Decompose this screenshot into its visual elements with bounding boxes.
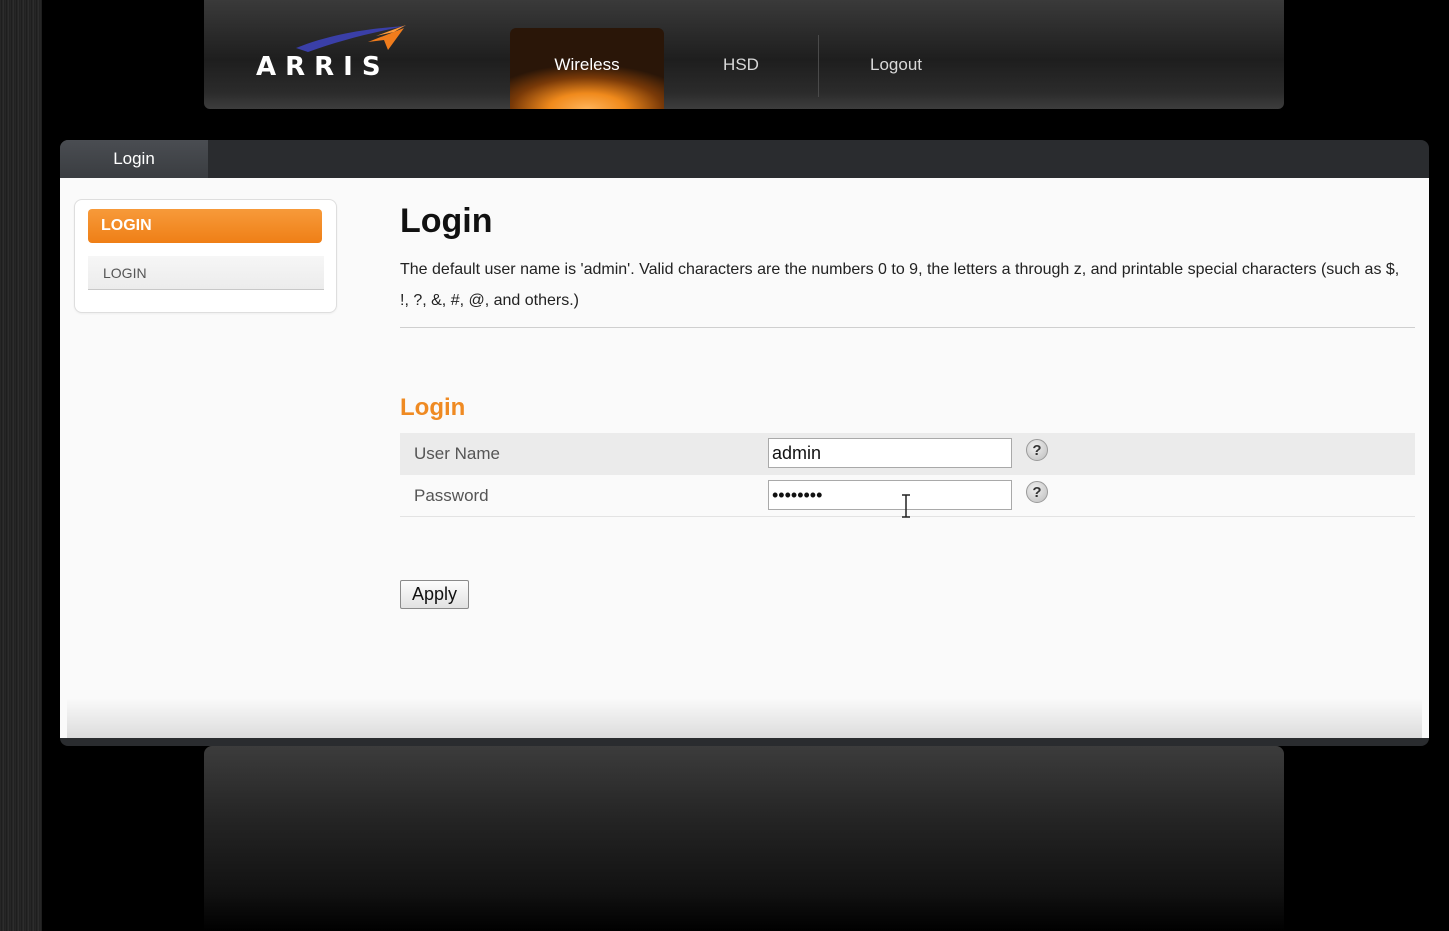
logo-text: ARRIS (256, 52, 390, 82)
tab-wireless-label: Wireless (554, 54, 620, 74)
tab-wireless[interactable]: Wireless (510, 28, 664, 109)
left-edge-stripe (0, 0, 42, 931)
password-label: Password (414, 486, 489, 505)
username-row: User Name ? (400, 433, 1415, 475)
main-panel: Login LOGIN LOGIN Login The default user… (60, 140, 1429, 746)
sidebar-item-login-header[interactable]: LOGIN (88, 209, 322, 243)
tab-hsd-label: HSD (723, 54, 759, 74)
username-input[interactable] (768, 438, 1012, 468)
panel-tab-login[interactable]: Login (60, 140, 208, 178)
panel-body: LOGIN LOGIN Login The default user name … (60, 178, 1429, 738)
bottom-decorative-panel (204, 746, 1284, 931)
sidebar-item-login[interactable]: LOGIN (88, 256, 324, 290)
divider (400, 327, 1415, 328)
tab-logout[interactable]: Logout (819, 28, 973, 109)
page-description: The default user name is 'admin'. Valid … (400, 261, 1400, 309)
password-help-icon[interactable]: ? (1026, 481, 1048, 503)
top-header: ARRIS Wireless HSD Logout (204, 0, 1284, 109)
section-title: Login (400, 394, 466, 421)
page-title: Login (400, 202, 493, 240)
panel-footer (67, 698, 1422, 738)
arris-logo: ARRIS (256, 22, 416, 92)
username-label: User Name (414, 444, 500, 463)
tab-hsd[interactable]: HSD (664, 28, 818, 109)
password-input[interactable] (768, 480, 1012, 510)
text-cursor-icon (902, 494, 910, 518)
tab-logout-label: Logout (870, 54, 922, 74)
sidebar-menu: LOGIN LOGIN (74, 199, 337, 313)
apply-button[interactable]: Apply (400, 580, 469, 609)
username-help-icon[interactable]: ? (1026, 439, 1048, 461)
